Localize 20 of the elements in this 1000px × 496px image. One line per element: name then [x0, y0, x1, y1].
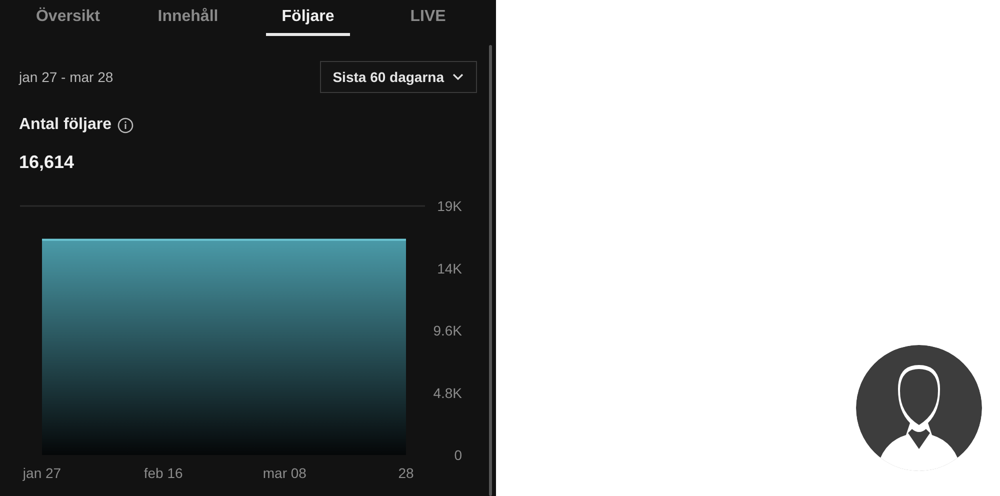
- y-tick-label: 14K: [437, 260, 462, 276]
- tab[interactable]: LIVE: [386, 0, 470, 36]
- x-tick-label: feb 16: [144, 465, 183, 481]
- info-icon[interactable]: [117, 116, 134, 134]
- chevron-down-icon: [452, 73, 464, 81]
- date-range: jan 27 - mar 28: [19, 69, 114, 85]
- metric-title: Antal följare: [19, 116, 112, 134]
- tab[interactable]: Innehåll: [146, 0, 230, 36]
- x-tick-label: jan 27: [22, 465, 62, 481]
- tab[interactable]: Följare: [266, 0, 350, 36]
- scrollbar[interactable]: [489, 45, 492, 496]
- metric-value: 16,614: [18, 151, 76, 173]
- x-tick-label: 28: [398, 465, 414, 481]
- y-tick-label: 9.6K: [433, 322, 462, 338]
- y-tick-label: 19K: [437, 198, 462, 214]
- y-tick-label: 0: [454, 447, 462, 463]
- period-dropdown[interactable]: Sista 60 dagarna: [320, 61, 477, 93]
- y-tick-label: 4.8K: [433, 384, 462, 401]
- tab[interactable]: Översikt: [26, 0, 110, 36]
- x-tick-label: mar 08: [262, 465, 306, 481]
